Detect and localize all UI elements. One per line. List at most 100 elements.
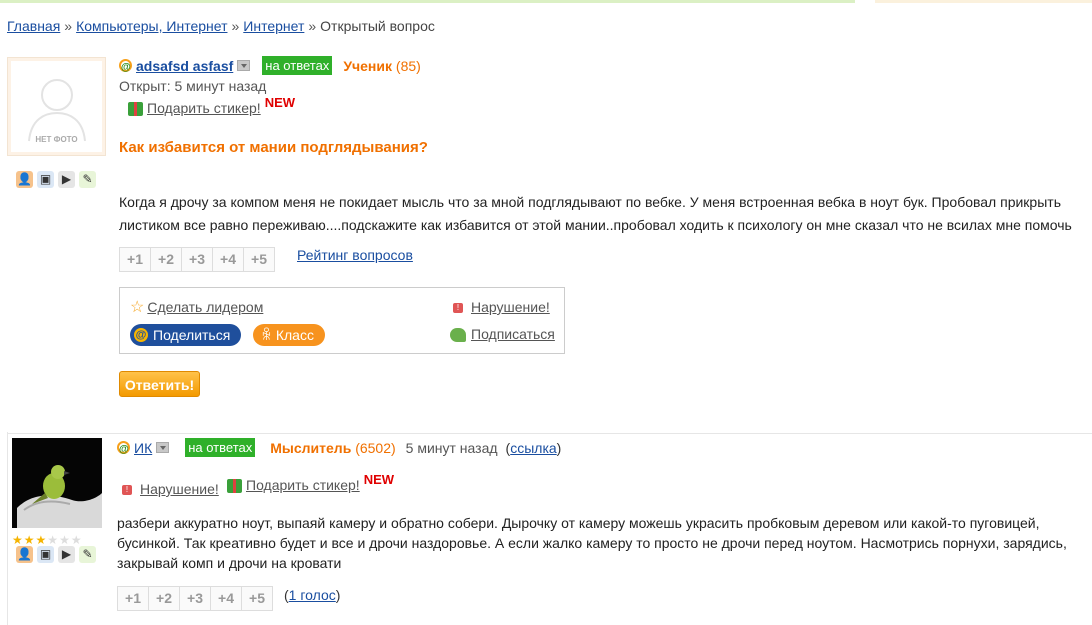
rating-star-empty-icon: ★ [47,533,60,547]
question-author-icons: 👤 ▣ ▶ ✎ [16,171,96,188]
answer-body: разбери аккуратно ноут, выпаяй камеру и … [117,515,1067,571]
share-button[interactable]: @ Поделиться [130,324,242,346]
author-rank: Ученик (85) [343,58,421,74]
vote-plus-1-button[interactable]: +1 [118,587,149,610]
video-camera-icon[interactable]: ▶ [58,546,75,563]
subscribe-link[interactable]: Подписаться [471,326,555,342]
question-author-avatar[interactable]: НЕТ ФОТО [7,57,106,156]
subscribe-row: Подписаться [450,326,555,343]
vote-plus-4-button[interactable]: +4 [213,248,244,271]
share-label: Поделиться [153,327,231,343]
answer-button[interactable]: Ответить! [119,371,200,397]
answer-vote-count: (1 голос) [284,587,340,603]
rating-star-icon: ★ [23,533,36,547]
breadcrumb-internet[interactable]: Интернет [243,18,304,34]
no-photo-label: НЕТ ФОТО [35,135,78,144]
star-icon: ☆ [130,299,145,316]
vote-plus-2-button[interactable]: +2 [151,248,182,271]
answer-vote-buttons: +1 +2 +3 +4 +5 [117,586,273,611]
breadcrumb: Главная» Компьютеры, Интернет» Интернет» От… [7,18,435,34]
violation-link[interactable]: Нарушение! [471,299,550,315]
rating-star-icon: ★ [35,533,48,547]
question-author-line: @ adsafsd asfasf на ответах Ученик (85) [119,56,421,75]
subscribe-icon [450,328,466,343]
mail-at-icon: @ [119,59,132,73]
breadcrumb-home[interactable]: Главная [7,18,60,34]
violation-row: ! Нарушение! [453,299,550,315]
breadcrumb-separator: » [64,18,73,34]
rating-star-icon: ★ [12,533,24,547]
vote-plus-4-button[interactable]: +4 [211,587,242,610]
question-vote-buttons: +1 +2 +3 +4 +5 [119,247,275,272]
answer-author-rank: Мыслитель (6502) [270,440,395,456]
answer-gift-sticker-link[interactable]: Подарить стикер! [246,477,360,493]
friends-icon[interactable]: 👤 [16,171,33,188]
mail-at-icon: @ [117,441,130,455]
breadcrumb-computers[interactable]: Компьютеры, Интернет [76,18,227,34]
rank-points: (6502) [355,439,396,456]
answer-author-icons: 👤 ▣ ▶ ✎ [16,546,96,563]
warning-icon: ! [122,485,132,496]
question-author-name[interactable]: adsafsd asfasf [136,58,233,74]
paren-close: ) [556,439,562,456]
blog-pencil-icon[interactable]: ✎ [79,171,96,188]
vote-plus-5-button[interactable]: +5 [242,587,272,610]
answer-author-rating-stars: ★★★★★★ [12,533,83,547]
vote-plus-3-button[interactable]: +3 [182,248,213,271]
vote-plus-3-button[interactable]: +3 [180,587,211,610]
question-body: Когда я дрочу за компом меня не покидает… [119,194,1072,233]
answer-permalink[interactable]: ссылка [510,440,556,456]
mail-at-icon: @ [134,328,148,342]
answer-divider [7,433,1092,434]
new-label: NEW [363,472,395,487]
answer-author-avatar[interactable] [12,438,102,528]
gift-sticker-link[interactable]: Подарить стикер! [147,100,261,116]
answer-author-line: @ ИК на ответах Мыслитель (6502) 5 минут… [117,438,561,457]
question-actions-box: ☆ Сделать лидером ! Нарушение! @ Поделиться… [119,287,565,354]
rating-star-empty-icon: ★ [70,533,83,547]
friends-icon[interactable]: 👤 [16,546,33,563]
bird-on-hand-image [12,438,102,528]
vote-plus-5-button[interactable]: +5 [244,248,274,271]
breadcrumb-separator: » [308,18,317,34]
blog-pencil-icon[interactable]: ✎ [79,546,96,563]
ok-class-button[interactable]: ꆜ Класс [253,324,325,346]
answer-violation-link[interactable]: Нарушение! [140,481,219,497]
odnoklassniki-icon: ꆜ [261,327,272,343]
gift-icon [227,479,242,494]
on-answers-badge[interactable]: на ответах [262,56,333,75]
answer-time: 5 минут назад [405,439,498,456]
rank-title: Ученик [343,57,393,74]
class-label: Класс [275,327,314,343]
photo-camera-icon[interactable]: ▣ [37,546,54,563]
gift-icon [128,102,143,117]
warning-icon: ! [453,303,463,314]
question-opened-time: Открыт: 5 минут назад [119,78,267,94]
user-menu-dropdown-icon[interactable] [237,60,251,71]
question-rating-link[interactable]: Рейтинг вопросов [297,247,413,263]
answer-author-name[interactable]: ИК [134,440,152,456]
rating-star-empty-icon: ★ [59,533,71,547]
answer-gift-row: Подарить стикер! NEW [227,472,394,494]
top-accent-bar [0,0,855,3]
vote-plus-2-button[interactable]: +2 [149,587,180,610]
answer-violation-row: ! Нарушение! [122,481,219,497]
answer-left-border [7,432,8,625]
question-title: Как избавится от мании подглядывания? [119,139,428,156]
make-leader-link[interactable]: Сделать лидером [147,299,263,315]
top-accent-bar-right [875,0,1092,3]
rank-points: (85) [395,57,421,74]
paren-close: ) [335,587,341,603]
breadcrumb-separator: » [231,18,240,34]
make-leader-row: ☆ Сделать лидером [130,297,263,317]
rank-title: Мыслитель [270,439,352,456]
answer-vote-count-link[interactable]: 1 голос [289,587,336,603]
video-camera-icon[interactable]: ▶ [58,171,75,188]
on-answers-badge[interactable]: на ответах [185,438,256,457]
vote-plus-1-button[interactable]: +1 [120,248,151,271]
answer-permalink-wrap: (ссылка) [506,440,562,456]
gift-sticker-row: Подарить стикер! NEW [128,95,295,117]
user-menu-dropdown-icon[interactable] [156,442,170,453]
photo-camera-icon[interactable]: ▣ [37,171,54,188]
breadcrumb-current: Открытый вопрос [320,18,435,34]
